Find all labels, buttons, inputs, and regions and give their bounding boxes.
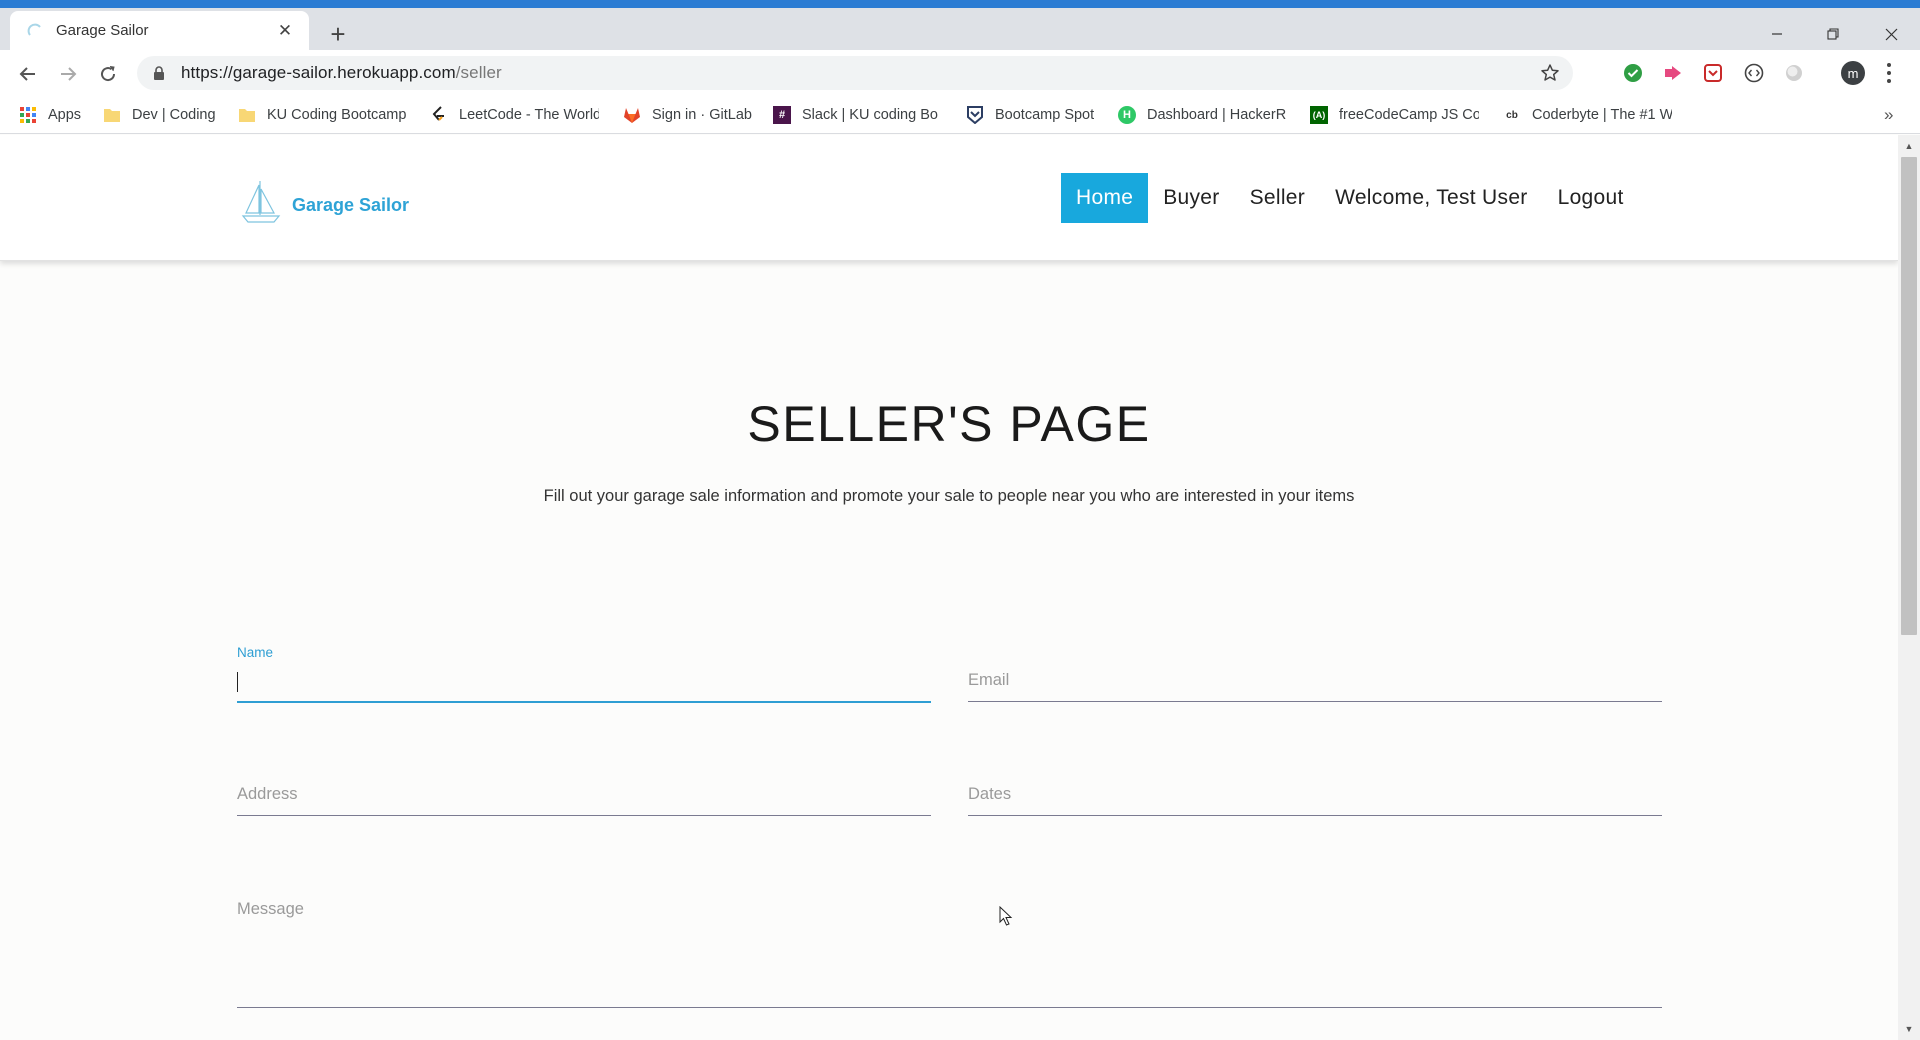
message-field-label: Message — [237, 900, 304, 918]
new-tab-button[interactable]: + — [324, 19, 352, 49]
nav-logout-link[interactable]: Logout — [1543, 173, 1639, 223]
page-title: SELLER'S PAGE — [747, 396, 1151, 452]
name-field[interactable]: Name — [237, 645, 931, 705]
email-field[interactable]: Email — [968, 645, 1662, 705]
gitlab-icon — [623, 106, 641, 124]
lock-icon — [151, 65, 167, 81]
window-titlebar-accent — [0, 0, 1920, 8]
email-field-underline — [968, 701, 1662, 702]
name-field-label: Name — [237, 645, 274, 660]
bookmarks-bar: Apps Dev | Coding KU Coding Bootcamp Lee… — [0, 96, 1920, 134]
url-path: /seller — [455, 63, 502, 82]
tab-favicon-icon — [26, 22, 44, 40]
window-close-icon[interactable] — [1868, 20, 1914, 48]
restore-icon[interactable] — [1810, 20, 1856, 48]
tab-close-icon[interactable]: ✕ — [275, 21, 295, 41]
dates-field[interactable]: Dates — [968, 759, 1662, 819]
browser-tab[interactable]: Garage Sailor ✕ — [10, 11, 309, 50]
slack-icon: # — [773, 106, 791, 124]
hackerrank-icon: H — [1118, 106, 1136, 124]
scroll-up-arrow-icon[interactable]: ▲ — [1898, 137, 1920, 155]
bookmark-label: Apps — [48, 107, 82, 123]
scroll-down-arrow-icon[interactable]: ▼ — [1898, 1020, 1920, 1038]
bookmark-label: Slack | KU coding Bo — [802, 107, 938, 123]
reload-icon[interactable] — [93, 59, 123, 89]
bookmark-gitlab[interactable]: Sign in · GitLab — [623, 96, 752, 134]
bookmark-label: LeetCode - The World — [459, 107, 599, 123]
address-field-underline — [237, 815, 931, 816]
nav-seller-link[interactable]: Seller — [1235, 173, 1321, 223]
bookmark-star-icon[interactable] — [1539, 62, 1561, 84]
page-scrollbar[interactable]: ▲ ▼ — [1898, 135, 1920, 1040]
bookmark-label: freeCodeCamp JS Co — [1339, 107, 1479, 123]
name-field-underline — [237, 701, 931, 703]
message-field[interactable]: Message — [237, 873, 1662, 1013]
bookmark-freecodecamp[interactable]: (A) freeCodeCamp JS Co — [1310, 96, 1479, 134]
browser-menu-icon[interactable] — [1882, 61, 1896, 85]
browser-toolbar: https://garage-sailor.herokuapp.com/sell… — [0, 50, 1920, 96]
nav-home-link[interactable]: Home — [1061, 173, 1149, 223]
bookmark-label: Coderbyte | The #1 W — [1532, 107, 1672, 123]
page-subtitle: Fill out your garage sale information an… — [543, 487, 1355, 505]
bookmark-label: KU Coding Bootcamp — [267, 107, 407, 123]
minimize-icon[interactable] — [1754, 20, 1800, 48]
address-field[interactable]: Address — [237, 759, 931, 819]
brand-link[interactable]: Garage Sailor — [238, 177, 409, 225]
url-host: https://garage-sailor.herokuapp.com — [181, 63, 456, 82]
screencast-extension-icon[interactable] — [1662, 62, 1684, 84]
dates-field-label: Dates — [968, 785, 1012, 803]
grammar-check-extension-icon[interactable] — [1622, 62, 1644, 84]
pocket-extension-icon[interactable] — [1702, 62, 1724, 84]
circle-extension-icon[interactable] — [1783, 62, 1805, 84]
bookmark-label: Bootcamp Spot — [995, 107, 1095, 123]
bootcamp-spot-icon — [966, 106, 984, 124]
bookmark-hackerrank[interactable]: H Dashboard | HackerR — [1118, 96, 1286, 134]
tab-strip: Garage Sailor ✕ + — [0, 8, 1920, 50]
bookmark-label: Sign in · GitLab — [652, 107, 752, 123]
tab-title: Garage Sailor — [56, 22, 149, 39]
scroll-thumb[interactable] — [1901, 157, 1917, 635]
sailboat-logo-icon — [241, 181, 281, 223]
email-field-label: Email — [968, 671, 1010, 689]
coderbyte-icon: cb — [1506, 109, 1518, 121]
site-header: Garage Sailor Home Buyer Seller Welcome,… — [0, 135, 1898, 261]
folder-icon — [238, 106, 256, 124]
bookmark-leetcode[interactable]: LeetCode - The World — [430, 96, 599, 134]
url-text: https://garage-sailor.herokuapp.com/sell… — [181, 63, 502, 83]
bookmark-dev-coding[interactable]: Dev | Coding — [103, 96, 216, 134]
code-extension-icon[interactable] — [1743, 62, 1765, 84]
address-field-label: Address — [237, 785, 298, 803]
back-arrow-icon[interactable] — [13, 59, 43, 89]
forward-arrow-icon[interactable] — [53, 59, 83, 89]
brand-name: Garage Sailor — [292, 194, 410, 215]
more-bookmarks-icon[interactable]: » — [1884, 96, 1893, 134]
apps-grid-icon — [19, 106, 37, 124]
bookmark-label: Dashboard | HackerR — [1147, 107, 1287, 123]
main-nav: Home Buyer Seller Welcome, Test User Log… — [1061, 173, 1639, 223]
bookmark-bootcamp-spot[interactable]: Bootcamp Spot — [966, 96, 1094, 134]
dates-field-underline — [968, 815, 1662, 816]
mouse-pointer-icon — [999, 906, 1013, 926]
address-bar[interactable]: https://garage-sailor.herokuapp.com/sell… — [137, 56, 1573, 90]
bookmark-apps[interactable]: Apps — [19, 96, 81, 134]
page-viewport: Garage Sailor Home Buyer Seller Welcome,… — [0, 135, 1898, 1040]
leetcode-icon — [430, 106, 448, 124]
bookmark-label: Dev | Coding — [132, 107, 216, 123]
bookmark-ku-coding-bootcamp[interactable]: KU Coding Bootcamp — [238, 96, 406, 134]
nav-buyer-link[interactable]: Buyer — [1148, 173, 1234, 223]
message-field-underline — [237, 1007, 1662, 1008]
freecodecamp-icon: (A) — [1310, 106, 1328, 124]
profile-avatar[interactable]: m — [1841, 61, 1865, 85]
folder-icon — [103, 106, 121, 124]
bookmark-slack[interactable]: # Slack | KU coding Bo — [773, 96, 938, 134]
text-caret — [237, 672, 238, 692]
nav-welcome-user[interactable]: Welcome, Test User — [1320, 173, 1543, 223]
bookmark-coderbyte[interactable]: cb Coderbyte | The #1 W — [1503, 96, 1672, 134]
